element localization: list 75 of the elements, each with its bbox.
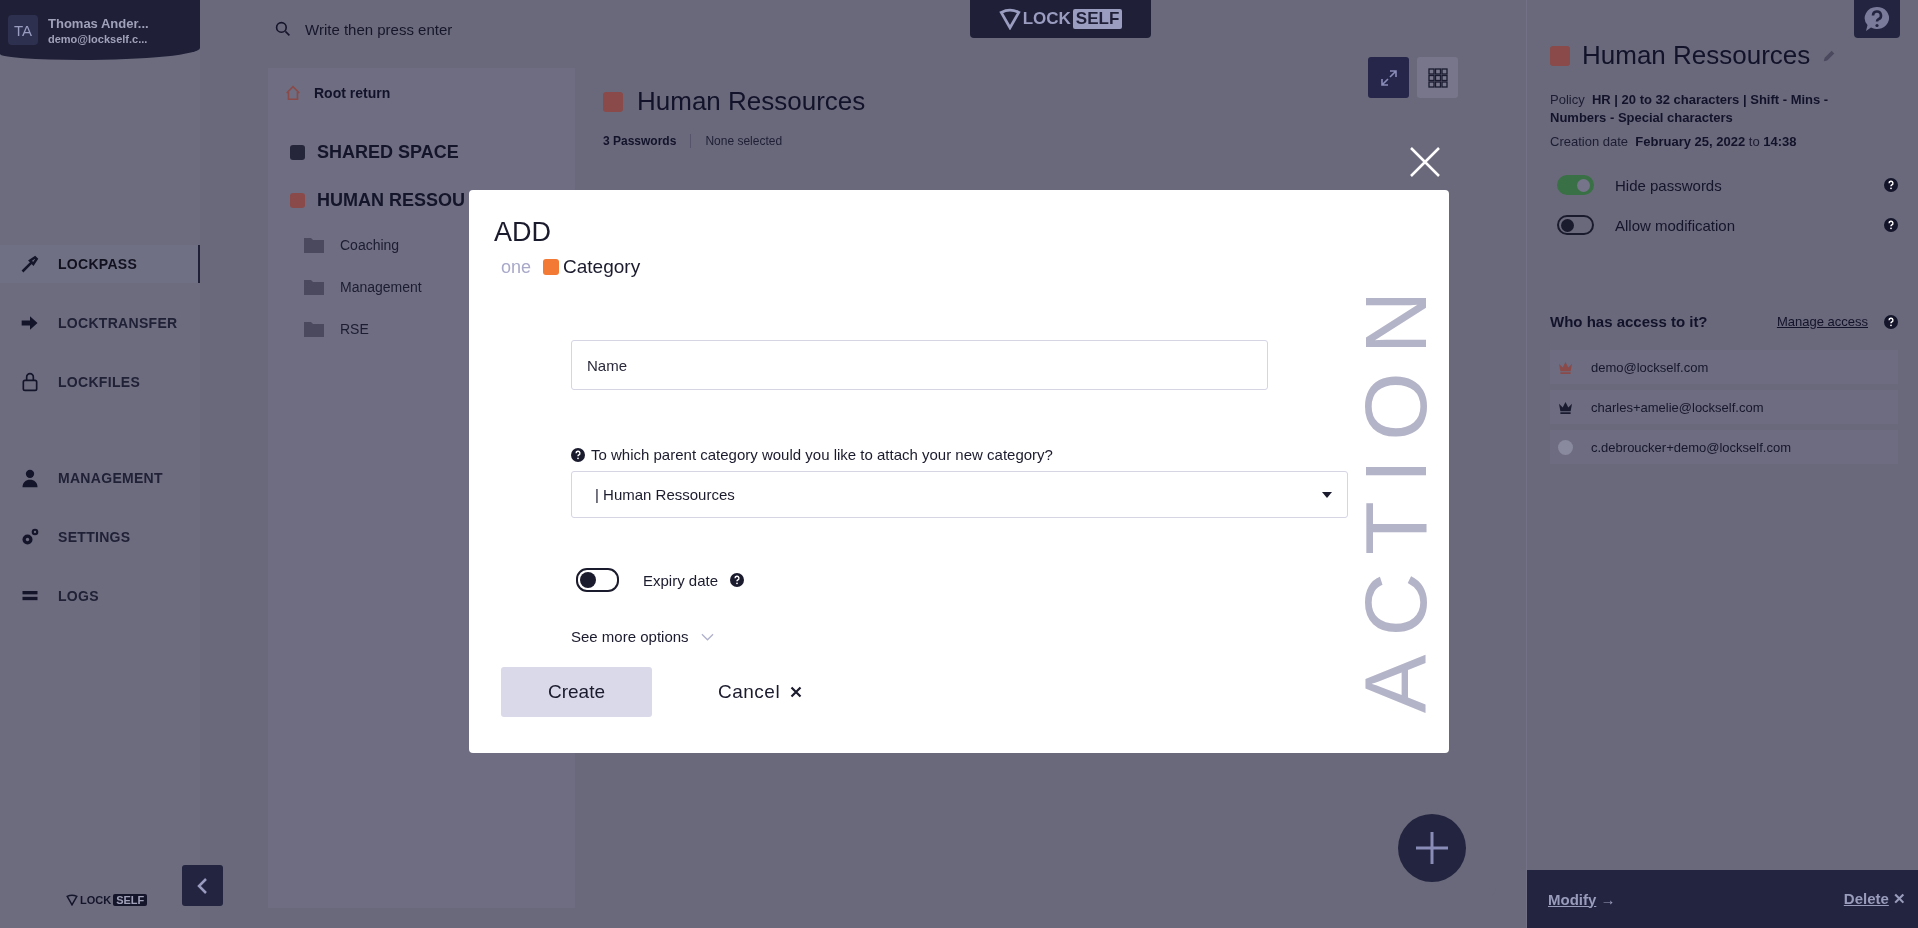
parent-category-dropdown[interactable]: | Human Ressources	[571, 471, 1348, 518]
expand-icon	[1378, 67, 1399, 88]
help-bubble-icon	[1862, 4, 1892, 34]
dialog-subtitle: Category	[563, 256, 641, 278]
cancel-button[interactable]: Cancel	[712, 680, 809, 704]
root-return-link[interactable]: Root return	[268, 80, 575, 106]
toggle-switch[interactable]	[576, 568, 619, 592]
close-icon[interactable]	[1409, 146, 1441, 178]
space-item[interactable]: SHARED SPACE	[268, 128, 575, 176]
category-title: Human Ressources	[637, 86, 866, 117]
nav-item[interactable]: SETTINGS	[0, 518, 200, 556]
nav-item[interactable]: LOCKPASS	[0, 245, 200, 283]
logo-text: SELF	[1072, 9, 1123, 29]
manage-access-link[interactable]: Manage access	[1776, 314, 1868, 329]
person-icon	[20, 468, 40, 488]
parent-category-label: To which parent category would you like to attach your new category?	[591, 446, 1053, 463]
toggle-switch[interactable]	[1557, 175, 1594, 195]
create-button[interactable]: Create	[501, 667, 652, 717]
folder-icon	[304, 237, 324, 253]
chevron-down-icon	[700, 632, 714, 641]
grid-view-button[interactable]	[1417, 57, 1458, 98]
expiry-date-label: Expiry date	[643, 571, 719, 589]
name-input-field[interactable]: Name	[571, 340, 1268, 390]
logo-text: LOCK	[80, 894, 112, 906]
delete-link[interactable]: Delete ✕	[1843, 890, 1906, 908]
nav-item[interactable]: LOCKTRANSFER	[0, 304, 200, 342]
action-watermark: ACTION	[1352, 272, 1440, 713]
creation-date-text: Creation date February 25, 2022 to 14:38	[1549, 133, 1798, 151]
nav-item[interactable]: MANAGEMENT	[0, 459, 200, 497]
collapse-button[interactable]	[182, 865, 223, 906]
toggle-label: Hide passwords	[1615, 176, 1723, 194]
help-icon[interactable]	[1884, 178, 1898, 192]
category-badge-icon	[603, 91, 623, 112]
category-badge-icon	[543, 259, 560, 275]
crown-icon	[1558, 360, 1573, 374]
access-heading: Who has access to it?	[1550, 313, 1709, 330]
logo-text: LOCK	[1022, 9, 1071, 29]
search-icon	[275, 21, 291, 37]
user-email: demo@lockself.c...	[48, 32, 149, 45]
search-field[interactable]: Write then press enter	[275, 0, 775, 58]
details-title: Human Ressources	[1582, 40, 1811, 71]
policy-text: Policy HR | 20 to 32 characters | Shift - Mins - Numbers - Special characters	[1549, 91, 1830, 127]
user-name: Thomas Ander...	[48, 15, 149, 31]
category-badge-icon	[1550, 45, 1570, 66]
avatar-icon	[1558, 439, 1573, 455]
help-icon[interactable]	[730, 573, 745, 587]
help-icon[interactable]	[1884, 218, 1898, 232]
help-icon[interactable]	[571, 447, 585, 462]
expand-button[interactable]	[1368, 57, 1409, 98]
help-icon[interactable]	[1884, 314, 1898, 329]
help-button[interactable]	[1854, 0, 1900, 38]
crown-icon	[1558, 400, 1573, 414]
nav-item[interactable]: LOCKFILES	[0, 363, 200, 401]
toggle-label: Allow modification	[1615, 216, 1737, 234]
member-email: c.debroucker+demo@lockself.com	[1591, 439, 1791, 455]
home-icon	[284, 84, 302, 102]
lock-icon	[20, 372, 40, 392]
member-email: charles+amelie@lockself.com	[1591, 399, 1764, 415]
dialog-title: ADD	[494, 217, 552, 248]
member-email: demo@lockself.com	[1591, 359, 1709, 375]
selection-status: None selected	[705, 134, 783, 148]
close-icon	[790, 686, 803, 698]
toggle-switch[interactable]	[1557, 215, 1594, 235]
pen-icon	[20, 254, 40, 274]
dropdown-caret-icon	[1322, 491, 1332, 498]
gears-icon	[20, 527, 40, 547]
dialog-subtitle-prefix: one	[501, 256, 532, 278]
user-avatar[interactable]: TA	[8, 15, 38, 45]
grid-icon	[1427, 67, 1448, 88]
nav-item[interactable]: LOGS	[0, 577, 200, 615]
logo-text: SELF	[113, 894, 148, 906]
modify-link[interactable]: Modify →	[1548, 890, 1616, 908]
folder-icon	[304, 279, 324, 295]
folder-icon	[304, 321, 324, 337]
password-count: 3 Passwords	[603, 134, 677, 148]
